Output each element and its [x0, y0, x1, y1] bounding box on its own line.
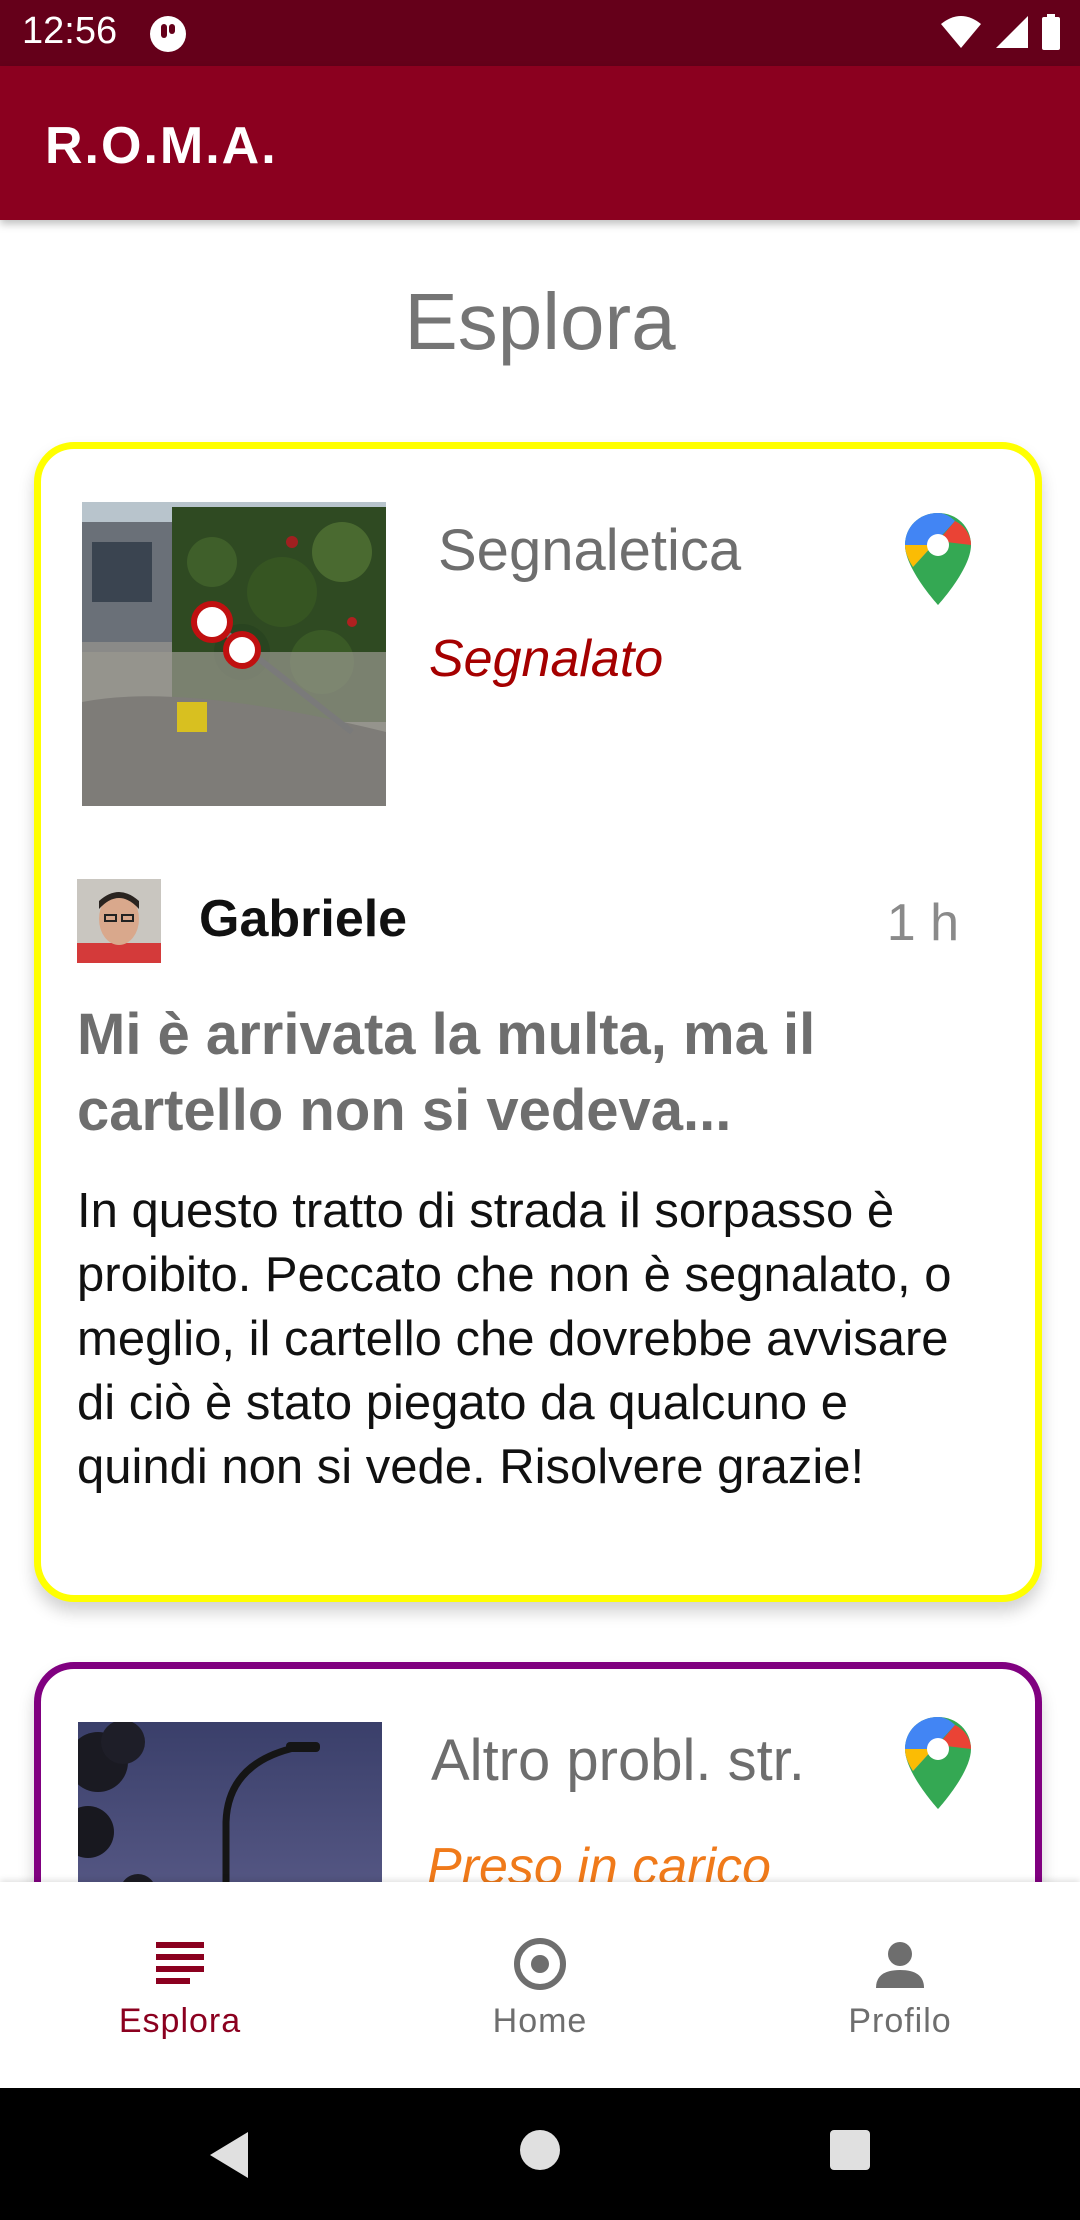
report-category: Altro probl. str.	[431, 1728, 805, 1793]
location-icon	[514, 1938, 566, 1990]
app-bar: R.O.M.A.	[0, 66, 1080, 220]
report-title: Mi è arrivata la multa, ma il cartello n…	[77, 1002, 816, 1143]
nav-label: Profilo	[848, 2002, 952, 2040]
report-status: Segnalato	[429, 630, 664, 688]
nav-item-profilo[interactable]: Profilo	[720, 1882, 1080, 2088]
wifi-icon	[941, 16, 982, 48]
person-icon	[876, 1942, 924, 1988]
map-pin-icon[interactable]	[903, 511, 973, 607]
report-description: In questo tratto di strada il sorpasso è…	[77, 1184, 952, 1494]
list-icon	[156, 1942, 204, 1984]
battery-icon	[1042, 14, 1060, 50]
report-status: Preso in carico	[427, 1838, 771, 1882]
app-title: R.O.M.A.	[45, 117, 278, 175]
explore-feed[interactable]: Esplora Segnaletica Segnalato Gabriele 1…	[0, 220, 1080, 1882]
nav-label: Esplora	[118, 2002, 242, 2040]
report-photo[interactable]	[78, 1722, 382, 1882]
report-category: Segnaletica	[438, 518, 742, 583]
nav-item-home[interactable]: Home	[360, 1882, 720, 2088]
back-icon[interactable]	[204, 2128, 254, 2182]
nav-label: Home	[492, 2002, 588, 2040]
bottom-navigation: Esplora Home Profilo	[0, 1882, 1080, 2088]
report-card[interactable]: Altro probl. str. Preso in carico	[34, 1662, 1042, 1882]
recents-icon[interactable]	[828, 2128, 872, 2172]
nav-item-esplora[interactable]: Esplora	[0, 1882, 360, 2088]
home-circle-icon[interactable]	[518, 2128, 562, 2172]
app-notification-icon	[150, 16, 186, 52]
status-icons	[933, 14, 1062, 54]
author-name: Gabriele	[199, 890, 408, 948]
map-pin-icon[interactable]	[903, 1715, 973, 1811]
system-navigation-bar	[0, 2088, 1080, 2220]
avatar	[77, 879, 161, 963]
report-card[interactable]: Segnaletica Segnalato Gabriele 1 h Mi è …	[34, 442, 1042, 1602]
status-time: 12:56	[22, 10, 118, 52]
status-bar: 12:56	[0, 0, 1080, 66]
time-ago: 1 h	[886, 894, 959, 952]
report-photo[interactable]	[82, 502, 386, 806]
signal-icon	[995, 16, 1028, 48]
page-title: Esplora	[404, 277, 676, 366]
